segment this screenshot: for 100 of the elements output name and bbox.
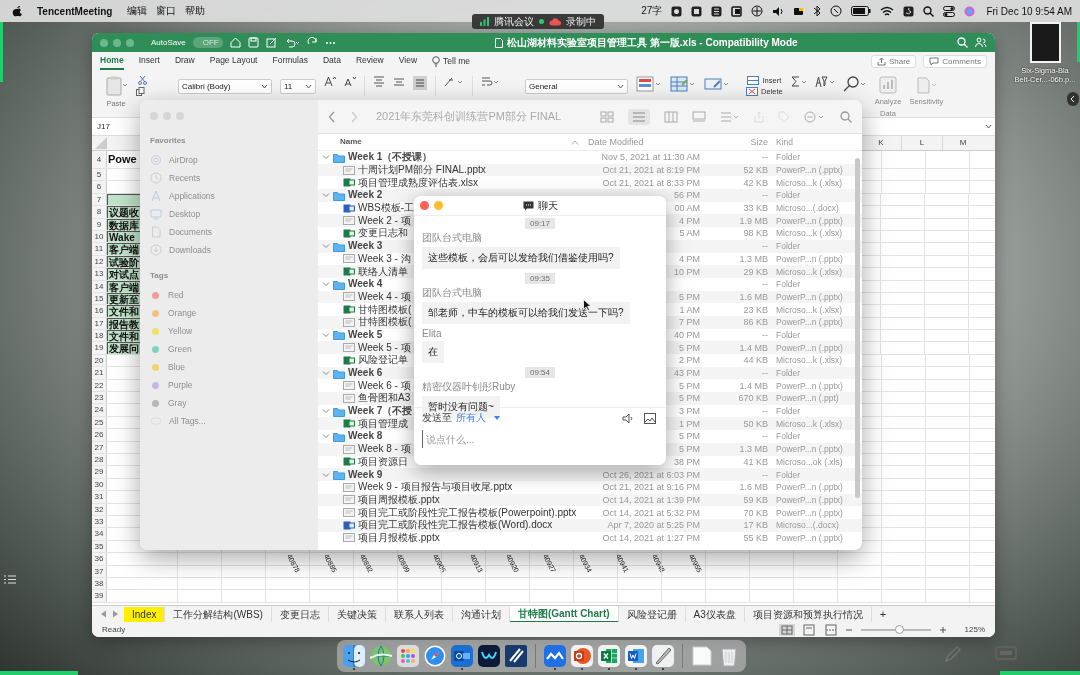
file-name: Week 3 - 沟 <box>358 252 411 265</box>
file-kind: Folder <box>775 469 802 480</box>
file-name: Week 2 - 项 <box>358 214 411 227</box>
file-kind: PowerP...n (.pptx) <box>775 215 844 226</box>
file-kind: Folder <box>775 329 802 340</box>
meeting-app-label: 腾讯会议 <box>494 14 534 29</box>
file-name: Week 6 <box>348 367 383 380</box>
date-modified: Oct 21, 2021 at 9:16 PM <box>602 482 700 493</box>
file-kind: Folder <box>775 368 802 379</box>
file-name: Week 5 - 项 <box>358 341 411 354</box>
date-modified: 5 AM <box>679 228 700 239</box>
file-kind: Folder <box>775 406 802 417</box>
file-name: Week 9 <box>348 468 383 481</box>
file-kind: PowerP...n (.pptx) <box>775 380 844 391</box>
file-size: 98 KB <box>742 228 768 239</box>
file-size: 1.6 MB <box>738 291 768 302</box>
file-kind: PowerP...n (.pptx) <box>775 507 844 518</box>
file-name: Week 7（不授 <box>348 405 413 418</box>
message-bubble: 这些模板，会后可以发给我们借鉴使用吗? <box>422 247 620 269</box>
file-kind: Microso...k (.xlsx) <box>775 266 844 277</box>
file-name: 项目完工或阶段性完工报告模板(Word).docx <box>358 519 553 532</box>
date-modified: 10 PM <box>674 266 700 277</box>
file-size: -- <box>761 152 768 163</box>
date-modified: Oct 26, 2021 at 6:03 PM <box>602 469 700 480</box>
file-kind: PowerP...n (.pptx) <box>775 444 844 455</box>
file-size: -- <box>761 469 768 480</box>
file-name: 项目月报模板.pptx <box>358 531 440 544</box>
file-name: Week 8 <box>348 430 383 443</box>
file-size: 42 KB <box>742 177 768 188</box>
sidebar-heading: Favorites <box>150 136 187 145</box>
date-modified: 43 PM <box>674 368 700 379</box>
date-modified: 5 PM <box>679 380 700 391</box>
word-count: 27字 <box>641 4 663 18</box>
date-modified: 7 PM <box>679 317 700 328</box>
file-kind: Microso...ok (.xls) <box>775 456 844 467</box>
file-size: 1.3 MB <box>738 253 768 264</box>
date-modified: Nov 5, 2021 at 11:30 AM <box>601 152 700 163</box>
file-size: 33 KB <box>742 203 768 214</box>
sender-name: Elita <box>422 328 442 339</box>
file-kind: Folder <box>775 190 802 201</box>
file-kind: PowerP...n (.pptx) <box>775 342 844 353</box>
file-name: 十周计划PM部分 FINAL.pptx <box>358 164 486 177</box>
file-size: -- <box>761 431 768 442</box>
file-size: 44 KB <box>742 355 768 366</box>
file-name: 项目资源日 <box>358 455 408 468</box>
send-to-label: 发送至 <box>422 411 452 425</box>
date-modified: Apr 7, 2020 at 5:25 PM <box>607 520 700 531</box>
file-size: 1.6 MB <box>738 482 768 493</box>
sidebar-heading: Tags <box>150 271 170 280</box>
message-bubble: 在 <box>422 341 444 363</box>
file-size: 1.4 MB <box>738 380 768 391</box>
date-modified: Oct 21, 2021 at 8:33 PM <box>602 177 700 188</box>
date-modified: 5 PM <box>679 444 700 455</box>
date-modified: 38 PM <box>674 456 700 467</box>
file-kind: Microso...k (.xlsx) <box>775 228 844 239</box>
date-modified: 1 AM <box>679 304 700 315</box>
date-modified: 00 AM <box>674 203 700 214</box>
date-modified: 5 PM <box>679 291 700 302</box>
file-name: 风险登记单 <box>358 354 408 367</box>
file-kind: PowerP...n (.pptx) <box>775 165 844 176</box>
file-name: 变更日志和 <box>358 227 408 240</box>
date-modified: 2 PM <box>679 355 700 366</box>
file-name: Week 1（不授课） <box>348 151 433 164</box>
date-modified: Oct 14, 2021 at 1:27 PM <box>602 532 700 543</box>
recording-label: 录制中 <box>566 14 596 29</box>
date-modified: 5 PM <box>679 393 700 404</box>
table-cell-text: Powe <box>107 152 138 167</box>
timestamp: 09:54 <box>525 367 555 378</box>
file-size: -- <box>761 406 768 417</box>
date-modified: 56 PM <box>674 190 700 201</box>
date-modified: 40 PM <box>674 329 700 340</box>
file-name: 项目管理成 <box>358 417 408 430</box>
file-size: -- <box>761 279 768 290</box>
timestamp: 09:35 <box>525 273 555 284</box>
file-kind: Microso...(.docx) <box>775 203 840 214</box>
date-modified: Oct 14, 2021 at 5:32 PM <box>602 507 700 518</box>
file-name: Week 9 - 项目报告与项目收尾.pptx <box>358 481 513 494</box>
file-name: Week 4 - 项 <box>358 290 411 303</box>
sender-name: 精密仪器叶钊彤Ruby <box>422 380 516 394</box>
sender-name: 团队台式电脑 <box>422 286 482 300</box>
file-name: 甘特图模板( <box>358 303 412 316</box>
zoom-percentage: 125% <box>964 625 985 634</box>
file-kind: Microso...k (.xlsx) <box>775 418 844 429</box>
file-kind: Microso...k (.xlsx) <box>775 177 844 188</box>
file-kind: PowerP...n (.pptx) <box>775 317 844 328</box>
file-kind: PowerP...n (.pptx) <box>775 482 844 493</box>
file-size: -- <box>761 329 768 340</box>
autosave-label: AutoSave <box>151 38 186 47</box>
file-size: 29 KB <box>742 266 768 277</box>
file-size: 1.3 MB <box>738 444 768 455</box>
file-name: Week 8 - 项 <box>358 443 411 456</box>
file-size: 17 KB <box>742 520 768 531</box>
date-modified: Oct 14, 2021 at 1:39 PM <box>602 494 700 505</box>
file-size: 23 KB <box>742 304 768 315</box>
file-size: 70 KB <box>742 507 768 518</box>
date-modified: 1 PM <box>679 418 700 429</box>
tell-me-label: Tell me <box>443 56 470 66</box>
file-size: 50 KB <box>742 418 768 429</box>
timestamp: 09:17 <box>525 218 555 229</box>
file-size: 86 KB <box>742 317 768 328</box>
